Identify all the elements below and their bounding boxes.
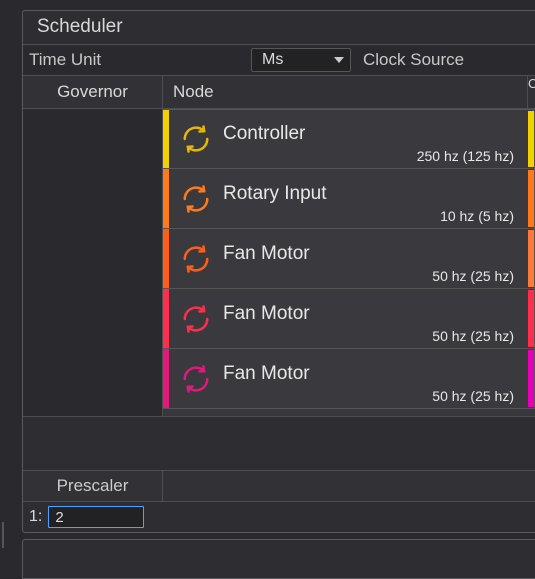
node-row[interactable]: Fan Motor 50 hz (25 hz) (163, 349, 535, 409)
prescaler-index-label: 1: (29, 508, 42, 526)
refresh-icon (169, 349, 223, 408)
prescaler-row: 1: (23, 502, 535, 532)
node-frequency: 50 hz (25 hz) (432, 268, 514, 284)
node-column: Node C Controller 250 hz (125 hz) Rotary… (163, 76, 535, 416)
node-row[interactable]: Fan Motor 50 hz (25 hz) (163, 289, 535, 349)
prescaler-label: Prescaler (23, 471, 163, 501)
time-unit-dropdown[interactable]: Ms (251, 48, 351, 72)
clock-source-label: Clock Source (351, 50, 464, 70)
editor-left-gutter (0, 0, 22, 560)
chevron-down-icon (334, 57, 344, 63)
governor-header: Governor (23, 76, 162, 109)
node-row[interactable]: Rotary Input 10 hz (5 hz) (163, 169, 535, 229)
time-unit-label: Time Unit (23, 50, 251, 70)
node-row[interactable]: Controller 250 hz (125 hz) (163, 109, 535, 169)
scheduler-panel: Scheduler Time Unit Ms Clock Source Gove… (22, 10, 535, 533)
node-side-marker (528, 290, 534, 347)
node-row[interactable]: Fan Motor 50 hz (25 hz) (163, 229, 535, 289)
node-frequency: 250 hz (125 hz) (417, 148, 514, 164)
node-header-label: Node (173, 82, 214, 101)
node-frequency: 50 hz (25 hz) (432, 388, 514, 404)
governor-column: Governor (23, 76, 163, 416)
panel-title: Scheduler (23, 11, 535, 44)
node-header: Node C (163, 76, 535, 109)
node-list: Controller 250 hz (125 hz) Rotary Input … (163, 109, 535, 416)
node-side-marker (528, 350, 534, 407)
spacer (23, 416, 535, 470)
node-side-marker (528, 111, 534, 167)
bottom-panel (22, 539, 535, 579)
node-frequency: 10 hz (5 hz) (440, 208, 514, 224)
refresh-icon (169, 169, 223, 228)
node-side-marker (528, 170, 534, 227)
prescaler-input[interactable] (48, 506, 144, 528)
time-unit-value: Ms (262, 51, 283, 69)
refresh-icon (169, 229, 223, 288)
cut-column-header: C (527, 76, 535, 108)
refresh-icon (169, 289, 223, 348)
node-side-marker (528, 230, 534, 287)
prescaler-header-row: Prescaler (23, 470, 535, 502)
settings-row: Time Unit Ms Clock Source (23, 44, 535, 76)
refresh-icon (169, 110, 223, 168)
node-frequency: 50 hz (25 hz) (432, 328, 514, 344)
